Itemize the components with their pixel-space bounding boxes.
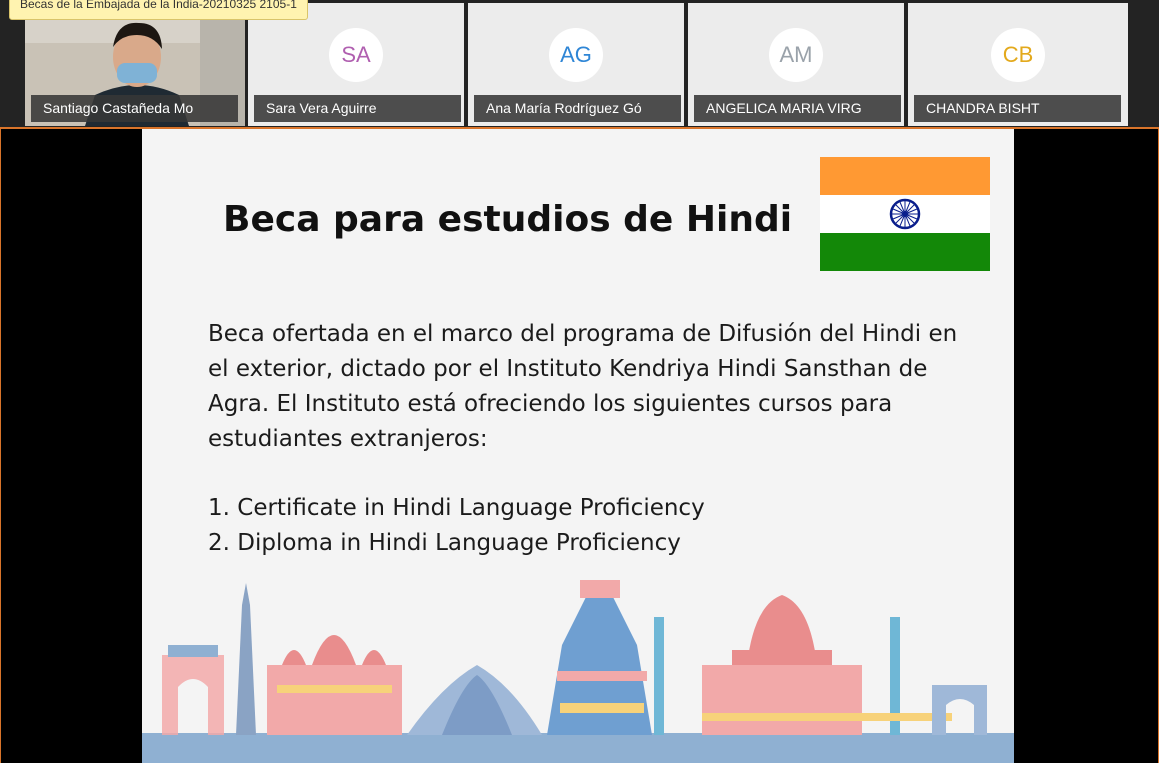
participant-name: CHANDRA BISHT	[914, 95, 1121, 122]
list-item: 1. Certificate in Hindi Language Profici…	[208, 495, 705, 521]
india-flag-icon	[820, 157, 990, 271]
participant-name: Santiago Castañeda Mo	[31, 95, 238, 122]
slide-title: Beca para estudios de Hindi	[223, 199, 793, 240]
avatar: AG	[549, 28, 603, 82]
participant-tile-5[interactable]: CB CHANDRA BISHT	[908, 3, 1128, 126]
participant-name: ANGELICA MARIA VIRG	[694, 95, 901, 122]
avatar: SA	[329, 28, 383, 82]
recording-name-tooltip: Becas de la Embajada de la India-2021032…	[9, 0, 308, 20]
participant-tile-1[interactable]: Santiago Castañeda Mo	[25, 3, 245, 126]
avatar: AM	[769, 28, 823, 82]
avatar: CB	[991, 28, 1045, 82]
participant-tile-4[interactable]: AM ANGELICA MARIA VIRG	[688, 3, 904, 126]
participant-name: Sara Vera Aguirre	[254, 95, 461, 122]
meeting-window: Becas de la Embajada de la India-2021032…	[0, 0, 1159, 763]
india-skyline-illustration	[142, 580, 1014, 763]
slide-paragraph: Beca ofertada en el marco del programa d…	[208, 321, 958, 452]
participant-tile-3[interactable]: AG Ana María Rodríguez Gó	[468, 3, 684, 126]
presentation-slide: Beca para estudios de Hindi Beca ofertad…	[142, 129, 1014, 763]
participant-tile-2[interactable]: SA Sara Vera Aguirre	[248, 3, 464, 126]
participant-strip: Becas de la Embajada de la India-2021032…	[0, 0, 1159, 127]
list-item: 2. Diploma in Hindi Language Proficiency	[208, 530, 681, 556]
course-list: 1. Certificate in Hindi Language Profici…	[208, 491, 705, 561]
participant-name: Ana María Rodríguez Gó	[474, 95, 681, 122]
shared-screen: Beca para estudios de Hindi Beca ofertad…	[0, 127, 1159, 763]
